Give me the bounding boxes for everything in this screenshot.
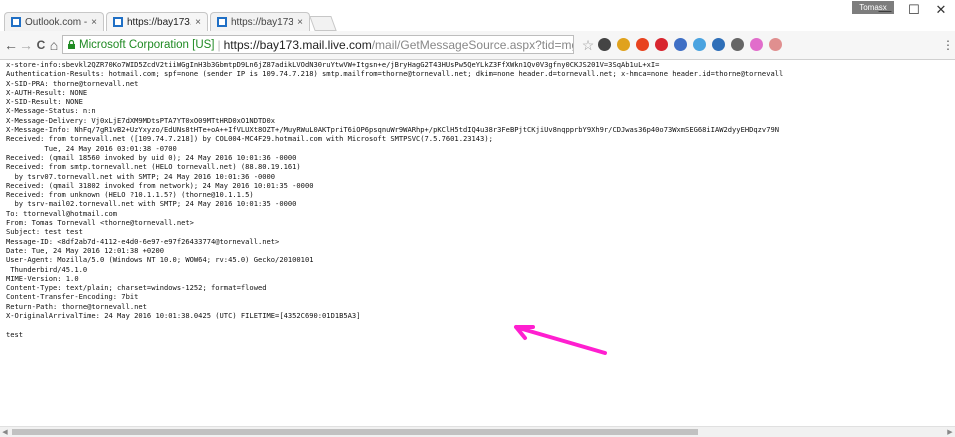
source-line: Authentication-Results: hotmail.com; spf… [6,69,784,79]
source-line: Received: (qmail 18560 invoked by uid 0)… [6,152,297,162]
outlook-favicon-icon [11,17,21,27]
maximize-button[interactable]: ☐ [899,0,929,20]
mail-favicon-icon [113,17,123,27]
extension-icon-3[interactable] [636,38,649,51]
browser-toolbar: ← → C ⌂ Microsoft Corporation [US] | htt… [0,31,955,60]
close-window-button[interactable]: ✕ [926,0,955,20]
url-separator: | [217,37,221,52]
tab-message-source[interactable]: https://bay173.mail.live.com × [106,12,208,31]
url-host: https://bay173.mail.live.com [223,37,372,52]
source-line: Content-Transfer-Encoding: 7bit [6,292,139,302]
extension-icon-9[interactable] [750,38,763,51]
source-line: Date: Tue, 24 May 2016 12:01:38 +0200 [6,245,165,255]
tab-label: https://bay173.mail.live.co [231,16,293,28]
source-line: X-Message-Info: NhFq/7gR1vB2+UzYxyzo/EdU… [6,125,780,135]
tab-close-icon[interactable]: × [195,17,201,28]
back-button[interactable]: ← [3,37,19,53]
source-line: Message-ID: <8df2ab7d-4112-e4d0-6e97-e97… [6,236,280,246]
source-line: X-Message-Delivery: Vj0xLjE7dXM9MDtsPTA7… [6,115,276,125]
tab-label: Outlook.com - tomas.torn [25,16,88,28]
extension-icon-6[interactable] [693,38,706,51]
extension-icon-7[interactable] [712,38,725,51]
lock-icon [67,40,76,49]
source-line: Thunderbird/45.1.0 [6,264,88,274]
extension-icon-2[interactable] [617,38,630,51]
home-button[interactable]: ⌂ [46,37,62,53]
source-line: Tue, 24 May 2016 03:01:38 -0700 [6,143,177,153]
tab-outlook[interactable]: Outlook.com - tomas.torn × [4,12,104,31]
extension-icon-8[interactable] [731,38,744,51]
tab-close-icon[interactable]: × [91,17,97,28]
tab-close-icon[interactable]: × [297,17,303,28]
ev-certificate-label[interactable]: Microsoft Corporation [US] [79,39,215,51]
extension-icon-1[interactable] [598,38,611,51]
source-line: x-store-info:sbevkl2QZR70Ko7WID5ZcdV2tii… [6,60,660,69]
source-line: by tsrv07.tornevall.net with SMTP; 24 Ma… [6,171,276,181]
message-source-page: x-store-info:sbevkl2QZR70Ko7WID5ZcdV2tii… [0,60,955,426]
tab-strip: Outlook.com - tomas.torn × https://bay17… [0,0,955,31]
horizontal-scrollbar[interactable]: ◀ ▶ [0,426,955,437]
extension-icon-10[interactable] [769,38,782,51]
source-line: To: ttornevall@hotmail.com [6,208,118,218]
source-line: Return-Path: thorne@tornevall.net [6,301,147,311]
source-line: Subject: test test [6,227,83,237]
address-bar[interactable]: Microsoft Corporation [US] | https://bay… [62,35,574,54]
source-line: Received: (qmail 31802 invoked from netw… [6,180,314,190]
source-line: User-Agent: Mozilla/5.0 (Windows NT 10.0… [6,255,314,265]
source-line: test [6,329,24,339]
new-tab-button[interactable] [309,16,337,31]
bookmark-star-icon[interactable]: ☆ [580,37,596,53]
source-line: X-SID-Result: NONE [6,97,83,107]
tab-label: https://bay173.mail.live.com [127,16,191,28]
source-line: X-AUTH-Result: NONE [6,87,88,97]
source-line: Received: from smtp.tornevall.net (HELO … [6,162,301,172]
source-line: X-OriginalArrivalTime: 24 May 2016 10:01… [6,311,361,321]
minimize-button[interactable]: — [870,0,900,20]
source-line: X-Message-Status: n:n [6,106,96,116]
source-line: Received: from unknown (HELO ?10.1.1.5?)… [6,190,254,200]
url-path: /mail/GetMessageSource.aspx?tid=mgtP3bfp… [371,37,574,52]
source-line: X-SID-PRA: thorne@tornevall.net [6,78,139,88]
scrollbar-thumb[interactable] [12,429,698,435]
tab-mail-live[interactable]: https://bay173.mail.live.co × [210,12,310,31]
source-line: Content-Type: text/plain; charset=window… [6,283,267,293]
source-line: Received: from tornevall.net ([109.74.7.… [6,134,493,144]
adblock-icon[interactable] [655,38,668,51]
source-line: by tsrv-mail02.tornevall.net with SMTP; … [6,199,297,209]
mail-favicon-icon [217,17,227,27]
message-source-text: x-store-info:sbevkl2QZR70Ko7WID5ZcdV2tii… [0,60,955,339]
annotation-arrow-icon [514,325,607,355]
chrome-menu-icon[interactable]: ⋮ [940,38,955,52]
source-line: From: Tomas Tornevall <thorne@tornevall.… [6,218,194,228]
forward-button[interactable]: → [18,37,34,53]
extension-icon-5[interactable] [674,38,687,51]
source-line: MIME-Version: 1.0 [6,273,79,283]
